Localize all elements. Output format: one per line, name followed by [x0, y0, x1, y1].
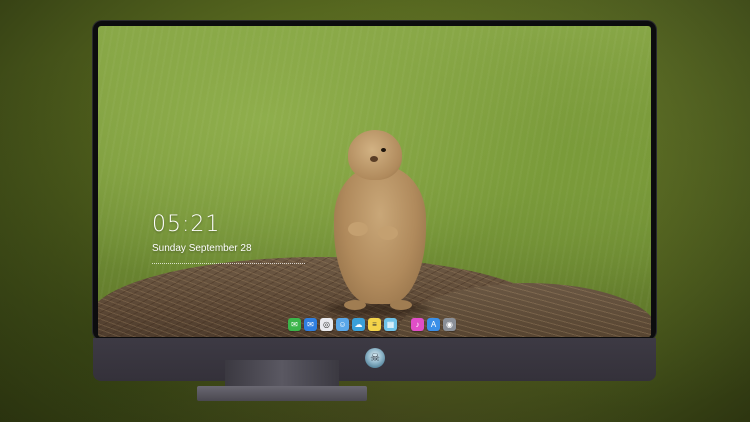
safari-compass-icon[interactable]: ◎ [320, 317, 333, 331]
lock-screen[interactable]: 05:21 Sunday September 28 ✉ ✉ ◎ ☺ ☁ ≡ ▦ … [98, 26, 651, 337]
brand-logo-icon: ☠ [365, 348, 385, 368]
lock-screen-date: Sunday September 28 [152, 243, 252, 254]
notes-icon[interactable]: ≡ [368, 317, 381, 331]
app-store-icon[interactable]: A [427, 317, 440, 331]
mail-icon[interactable]: ✉ [304, 317, 317, 331]
monitor: 05:21 Sunday September 28 ✉ ✉ ◎ ☺ ☁ ≡ ▦ … [93, 21, 656, 381]
monitor-stand [197, 360, 367, 401]
search-input[interactable] [152, 260, 305, 264]
prairie-dog-foot-right [390, 300, 412, 310]
messages-icon[interactable]: ✉ [288, 317, 301, 331]
weather-icon[interactable]: ☁ [352, 317, 365, 331]
prairie-dog-paw-left [348, 222, 368, 236]
prairie-dog-eye [381, 148, 386, 152]
monitor-chin: ☠ [93, 338, 656, 381]
prairie-dog-paw-right [378, 226, 398, 240]
prairie-dog-shadow [326, 302, 430, 316]
monitor-stand-base [197, 386, 367, 401]
prairie-dog-foot-left [344, 300, 366, 310]
prairie-dog-head [348, 130, 402, 180]
finder-icon[interactable]: ☺ [336, 317, 349, 331]
prairie-dog-nose [370, 156, 378, 162]
itunes-music-icon[interactable]: ♪ [411, 317, 424, 331]
monitor-bezel: 05:21 Sunday September 28 ✉ ✉ ◎ ☺ ☁ ≡ ▦ … [93, 21, 656, 340]
camera-icon[interactable]: ◉ [443, 317, 456, 331]
dock: ✉ ✉ ◎ ☺ ☁ ≡ ▦ ♪ A ◉ [288, 317, 456, 331]
lock-screen-clock: 05:21 [152, 212, 221, 237]
wallpaper-prairie-dog [326, 126, 430, 316]
photos-icon[interactable]: ▦ [384, 317, 397, 331]
